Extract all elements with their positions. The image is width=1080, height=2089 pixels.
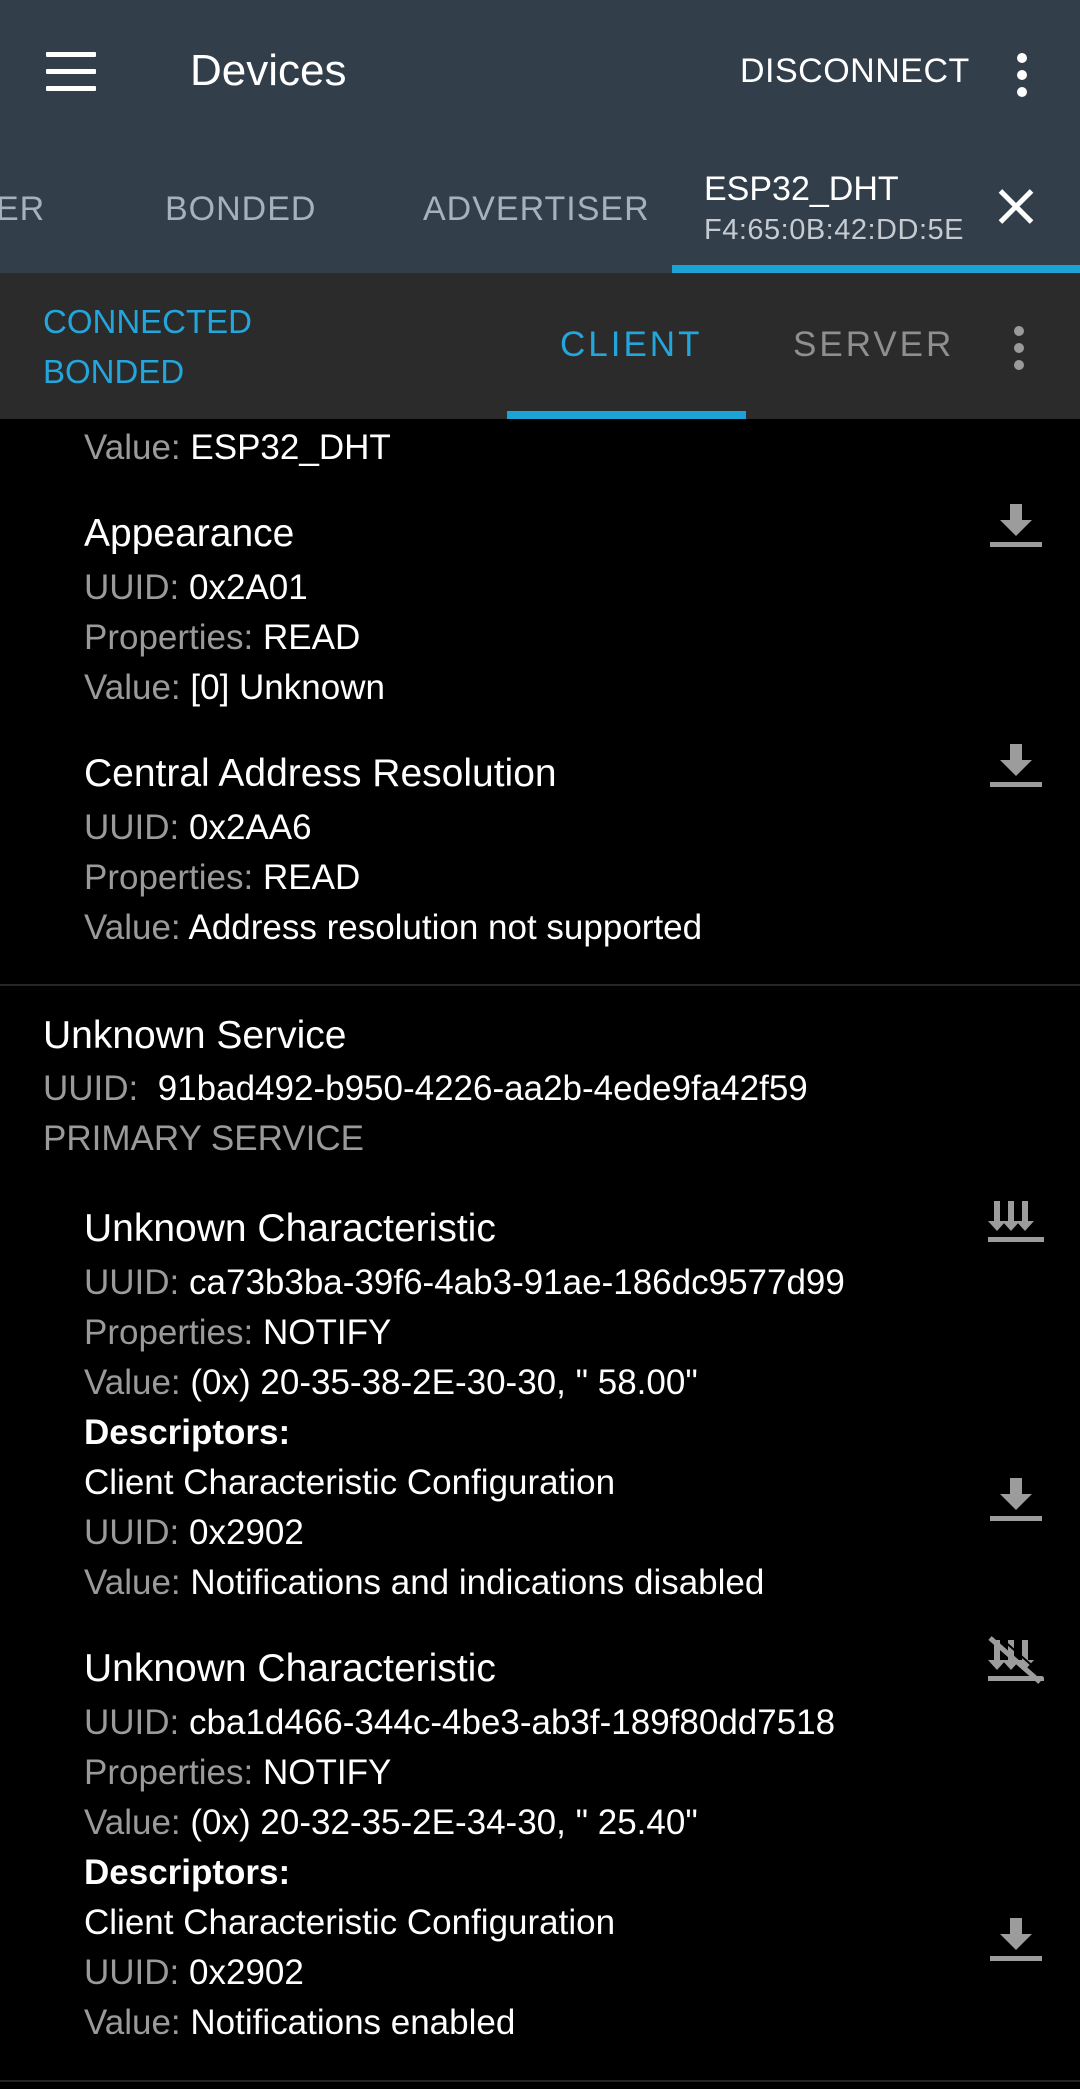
prev-value-row: Value: ESP32_DHT [84,428,391,467]
download-icon[interactable] [988,1474,1044,1524]
characteristic-name: Appearance [84,512,295,555]
tab-indicator [672,265,1080,273]
characteristic-name: Central Address Resolution [84,752,557,795]
tab-server[interactable]: SERVER [793,325,954,365]
uuid-row: UUID: ca73b3ba-39f6-4ab3-91ae-186dc9577d… [84,1263,845,1302]
service-name: Unknown Service [43,1014,347,1057]
tab-client[interactable]: CLIENT [560,325,702,365]
value-row: Value: (0x) 20-35-38-2E-30-30, " 58.00" [84,1363,698,1402]
tab-device-name[interactable]: ESP32_DHT [704,170,899,209]
disconnect-button[interactable]: DISCONNECT [740,52,970,91]
hamburger-menu-icon[interactable] [46,52,96,92]
properties-row: Properties: READ [84,618,361,657]
overflow-menu-icon[interactable] [1017,53,1029,97]
connection-overflow-icon[interactable] [1014,326,1026,370]
status-bonded: BONDED [43,353,185,390]
page-title: Devices [190,46,347,95]
status-connected: CONNECTED [43,303,253,340]
tab-scanner-partial[interactable]: ER [0,190,45,229]
properties-row: Properties: NOTIFY [84,1313,392,1352]
divider [0,984,1080,986]
properties-row: Properties: NOTIFY [84,1753,392,1792]
service-uuid-row: UUID: 91bad492-b950-4226-aa2b-4ede9fa42f… [43,1069,808,1108]
uuid-row: UUID: 0x2AA6 [84,808,312,847]
subtab-indicator [507,411,746,419]
tab-device-mac: F4:65:0B:42:DD:5E [704,214,964,246]
connection-bar: CONNECTED BONDED CLIENT SERVER [0,273,1080,419]
service-type: PRIMARY SERVICE [43,1119,364,1158]
descriptor-uuid-row: UUID: 0x2902 [84,1513,304,1552]
characteristic-name: Unknown Characteristic [84,1207,496,1250]
descriptor-value-row: Value: Notifications enabled [84,2003,516,2042]
descriptor-name: Client Characteristic Configuration [84,1903,616,1942]
download-icon[interactable] [988,740,1044,790]
divider [0,2080,1080,2082]
uuid-row: UUID: cba1d466-344c-4be3-ab3f-189f80dd75… [84,1703,836,1742]
descriptor-name: Client Characteristic Configuration [84,1463,616,1502]
descriptor-value-row: Value: Notifications and indications dis… [84,1563,765,1602]
download-icon[interactable] [988,500,1044,550]
app-bar: Devices DISCONNECT [0,0,1080,150]
descriptor-uuid-row: UUID: 0x2902 [84,1953,304,1992]
tab-bar: ER BONDED ADVERTISER ESP32_DHT F4:65:0B:… [0,150,1080,273]
services-list[interactable]: Value: ESP32_DHT Appearance UUID: 0x2A01… [0,419,1080,2089]
properties-row: Properties: READ [84,858,361,897]
descriptors-heading: Descriptors: [84,1853,291,1892]
descriptors-heading: Descriptors: [84,1413,291,1452]
tab-bonded[interactable]: BONDED [165,190,316,229]
value-row: Value: (0x) 20-32-35-2E-34-30, " 25.40" [84,1803,698,1842]
notify-enable-icon[interactable] [988,1197,1044,1247]
value-row: Value: [0] Unknown [84,668,385,707]
characteristic-name: Unknown Characteristic [84,1647,496,1690]
notify-disable-icon[interactable] [988,1636,1044,1686]
tab-advertiser[interactable]: ADVERTISER [423,190,650,229]
close-tab-icon[interactable] [996,186,1036,226]
prev-value: ESP32_DHT [190,428,391,467]
download-icon[interactable] [988,1914,1044,1964]
value-row: Value: Address resolution not supported [84,908,703,947]
uuid-row: UUID: 0x2A01 [84,568,308,607]
